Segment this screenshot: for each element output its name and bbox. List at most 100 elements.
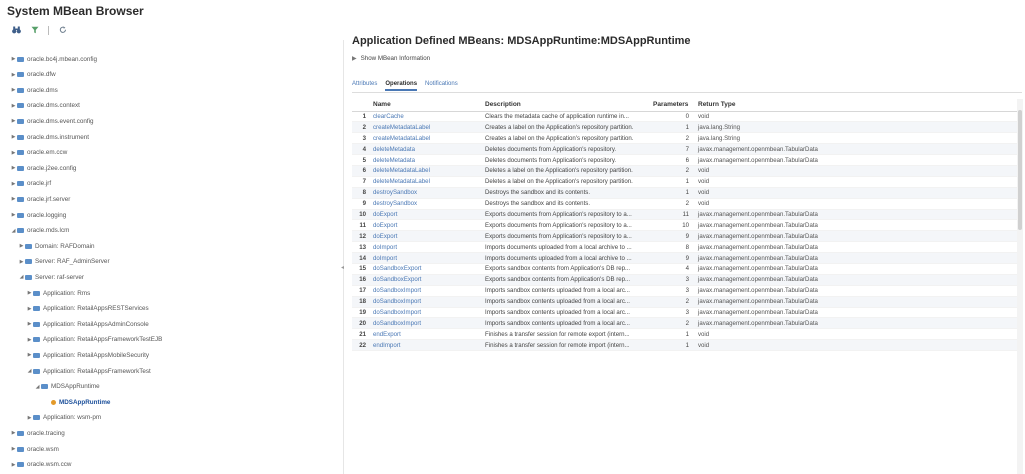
collapse-triangle-icon[interactable]: ◢: [34, 384, 41, 390]
operation-name-link[interactable]: doImport: [370, 252, 482, 264]
tab-attributes[interactable]: Attributes: [352, 81, 377, 91]
tree-folder-item[interactable]: ▶ Application: RetailAppsFrameworkTestEJB: [26, 335, 163, 345]
table-row[interactable]: 1 clearCache Clears the metadata cache of …: [352, 111, 1017, 123]
expand-triangle-icon[interactable]: ▶: [10, 72, 17, 78]
table-scrollbar-thumb[interactable]: [1018, 110, 1022, 230]
refresh-icon[interactable]: [58, 26, 67, 35]
operation-name-link[interactable]: createMetadataLabel: [370, 132, 482, 145]
expand-triangle-icon[interactable]: ▶: [10, 430, 17, 436]
operation-name-link[interactable]: deleteMetadataLabel: [370, 165, 482, 177]
expand-triangle-icon[interactable]: ▶: [26, 290, 33, 296]
tree-folder-item[interactable]: ▶ oracle.em.ccw: [10, 148, 68, 158]
table-row[interactable]: 21 endExport Finishes a transfer session f…: [352, 328, 1017, 341]
tree-folder-item[interactable]: ◢ oracle.mds.lcm: [10, 226, 70, 236]
table-row[interactable]: 5 deleteMetadata Deletes documents from Ap…: [352, 154, 1017, 166]
operation-name-link[interactable]: doSandboxExport: [370, 263, 482, 275]
tree-folder-item[interactable]: ◢ Server: raf-server: [18, 272, 84, 282]
tree-folder-item[interactable]: ▶ oracle.dms.context: [10, 101, 80, 111]
binoculars-icon[interactable]: [12, 26, 21, 35]
tree-mbean-item[interactable]: MDSAppRuntime: [42, 397, 110, 407]
table-row[interactable]: 13 doImport Imports documents uploaded fro…: [352, 241, 1017, 254]
expand-triangle-icon[interactable]: ▶: [10, 446, 17, 452]
table-row[interactable]: 19 doSandboxImport Imports sandbox content…: [352, 307, 1017, 319]
collapse-triangle-icon[interactable]: ◢: [10, 228, 17, 234]
expand-triangle-icon[interactable]: ▶: [10, 118, 17, 124]
column-header-description[interactable]: Description: [482, 99, 650, 112]
tree-folder-item[interactable]: ▶ oracle.dms.event.config: [10, 116, 94, 126]
tree-folder-item[interactable]: ▶ Application: RetailAppsRESTServices: [26, 304, 149, 314]
tree-folder-item[interactable]: ▶ oracle.jrf.server: [10, 194, 71, 204]
expand-triangle-icon[interactable]: ▶: [10, 56, 17, 62]
expand-triangle-icon[interactable]: ▶: [10, 150, 17, 156]
tree-folder-item[interactable]: ◢ Application: RetailAppsFrameworkTest: [26, 366, 151, 376]
operation-name-link[interactable]: clearCache: [370, 111, 482, 123]
table-row[interactable]: 12 doExport Exports documents from Applica…: [352, 230, 1017, 243]
expand-triangle-icon[interactable]: ▶: [10, 87, 17, 93]
column-header-parameters[interactable]: Parameters: [650, 99, 695, 112]
table-row[interactable]: 22 endImport Finishes a transfer session f…: [352, 339, 1017, 352]
table-row[interactable]: 3 createMetadataLabel Creates a label on t…: [352, 132, 1017, 145]
tree-folder-item[interactable]: ▶ oracle.dms: [10, 85, 58, 95]
operation-name-link[interactable]: endImport: [370, 339, 482, 352]
column-header-name[interactable]: Name: [370, 99, 482, 112]
tree-folder-item[interactable]: ▶ oracle.dms.instrument: [10, 132, 89, 142]
table-row[interactable]: 8 destroySandbox Destroys the sandbox and …: [352, 187, 1017, 199]
tab-operations[interactable]: Operations: [385, 81, 418, 91]
table-row[interactable]: 4 deleteMetadata Deletes documents from Ap…: [352, 143, 1017, 156]
table-row[interactable]: 7 deleteMetadataLabel Deletes a label on t…: [352, 176, 1017, 188]
expand-triangle-icon[interactable]: ▶: [18, 243, 25, 249]
operation-name-link[interactable]: destroySandbox: [370, 198, 482, 210]
operation-name-link[interactable]: destroySandbox: [370, 187, 482, 199]
tree-folder-item[interactable]: ▶ oracle.tracing: [10, 428, 65, 438]
expand-triangle-icon[interactable]: ▶: [26, 306, 33, 312]
expand-triangle-icon[interactable]: ▶: [10, 462, 17, 468]
table-row[interactable]: 10 doExport Exports documents from Applica…: [352, 209, 1017, 221]
expand-triangle-icon[interactable]: ▶: [10, 196, 17, 202]
tree-folder-item[interactable]: ▶ Application: RetailAppsMobileSecurity: [26, 350, 150, 360]
table-row[interactable]: 11 doExport Exports documents from Applica…: [352, 219, 1017, 232]
tab-notifications[interactable]: Notifications: [425, 81, 458, 91]
operation-name-link[interactable]: deleteMetadata: [370, 154, 482, 166]
expand-triangle-icon[interactable]: ▶: [10, 103, 17, 109]
operation-name-link[interactable]: doSandboxImport: [370, 296, 482, 308]
splitter-collapse-icon[interactable]: ◂: [341, 264, 346, 272]
table-row[interactable]: 6 deleteMetadataLabel Deletes a label on t…: [352, 165, 1017, 177]
operation-name-link[interactable]: doSandboxImport: [370, 285, 482, 297]
operation-name-link[interactable]: doSandboxImport: [370, 307, 482, 319]
tree-folder-item[interactable]: ▶ Application: RetailAppsAdminConsole: [26, 319, 149, 329]
operation-name-link[interactable]: endExport: [370, 328, 482, 341]
collapse-triangle-icon[interactable]: ◢: [26, 368, 33, 374]
expand-triangle-icon[interactable]: ▶: [26, 352, 33, 358]
tree-folder-item[interactable]: ▶ oracle.bc4j.mbean.config: [10, 54, 97, 64]
show-mbean-info-toggle[interactable]: ▶ Show MBean Information: [352, 55, 430, 62]
expand-triangle-icon[interactable]: ▶: [10, 181, 17, 187]
table-row[interactable]: 9 destroySandbox Destroys the sandbox and …: [352, 198, 1017, 210]
operation-name-link[interactable]: doImport: [370, 241, 482, 254]
table-row[interactable]: 17 doSandboxImport Imports sandbox content…: [352, 285, 1017, 297]
operation-name-link[interactable]: doSandboxImport: [370, 317, 482, 330]
operation-name-link[interactable]: doSandboxExport: [370, 274, 482, 286]
table-row[interactable]: 20 doSandboxImport Imports sandbox content…: [352, 317, 1017, 330]
operation-name-link[interactable]: deleteMetadata: [370, 143, 482, 156]
table-row[interactable]: 14 doImport Imports documents uploaded fro…: [352, 252, 1017, 264]
operation-name-link[interactable]: doExport: [370, 219, 482, 232]
tree-folder-item[interactable]: ▶ oracle.wsm: [10, 444, 59, 454]
tree-folder-item[interactable]: ▶ Application: Rms: [26, 288, 91, 298]
tree-folder-item[interactable]: ◢ MDSAppRuntime: [34, 382, 100, 392]
filter-icon[interactable]: [30, 26, 39, 35]
expand-triangle-icon[interactable]: ▶: [10, 165, 17, 171]
column-header-return-type[interactable]: Return Type: [695, 99, 1017, 112]
operation-name-link[interactable]: createMetadataLabel: [370, 121, 482, 134]
tree-folder-item[interactable]: ▶ Domain: RAFDomain: [18, 241, 95, 251]
expand-triangle-icon[interactable]: ▶: [26, 321, 33, 327]
tree-folder-item[interactable]: ▶ oracle.wsm.ccw: [10, 460, 72, 470]
tree-folder-item[interactable]: ▶ oracle.j2ee.config: [10, 163, 77, 173]
expand-triangle-icon[interactable]: ▶: [18, 259, 25, 265]
expand-triangle-icon[interactable]: ▶: [10, 134, 17, 140]
operation-name-link[interactable]: doExport: [370, 209, 482, 221]
table-row[interactable]: 15 doSandboxExport Exports sandbox content…: [352, 263, 1017, 275]
tree-folder-item[interactable]: ▶ oracle.dfw: [10, 70, 56, 80]
tree-folder-item[interactable]: ▶ oracle.jrf: [10, 179, 52, 189]
expand-triangle-icon[interactable]: ▶: [26, 337, 33, 343]
collapse-triangle-icon[interactable]: ◢: [18, 274, 25, 280]
